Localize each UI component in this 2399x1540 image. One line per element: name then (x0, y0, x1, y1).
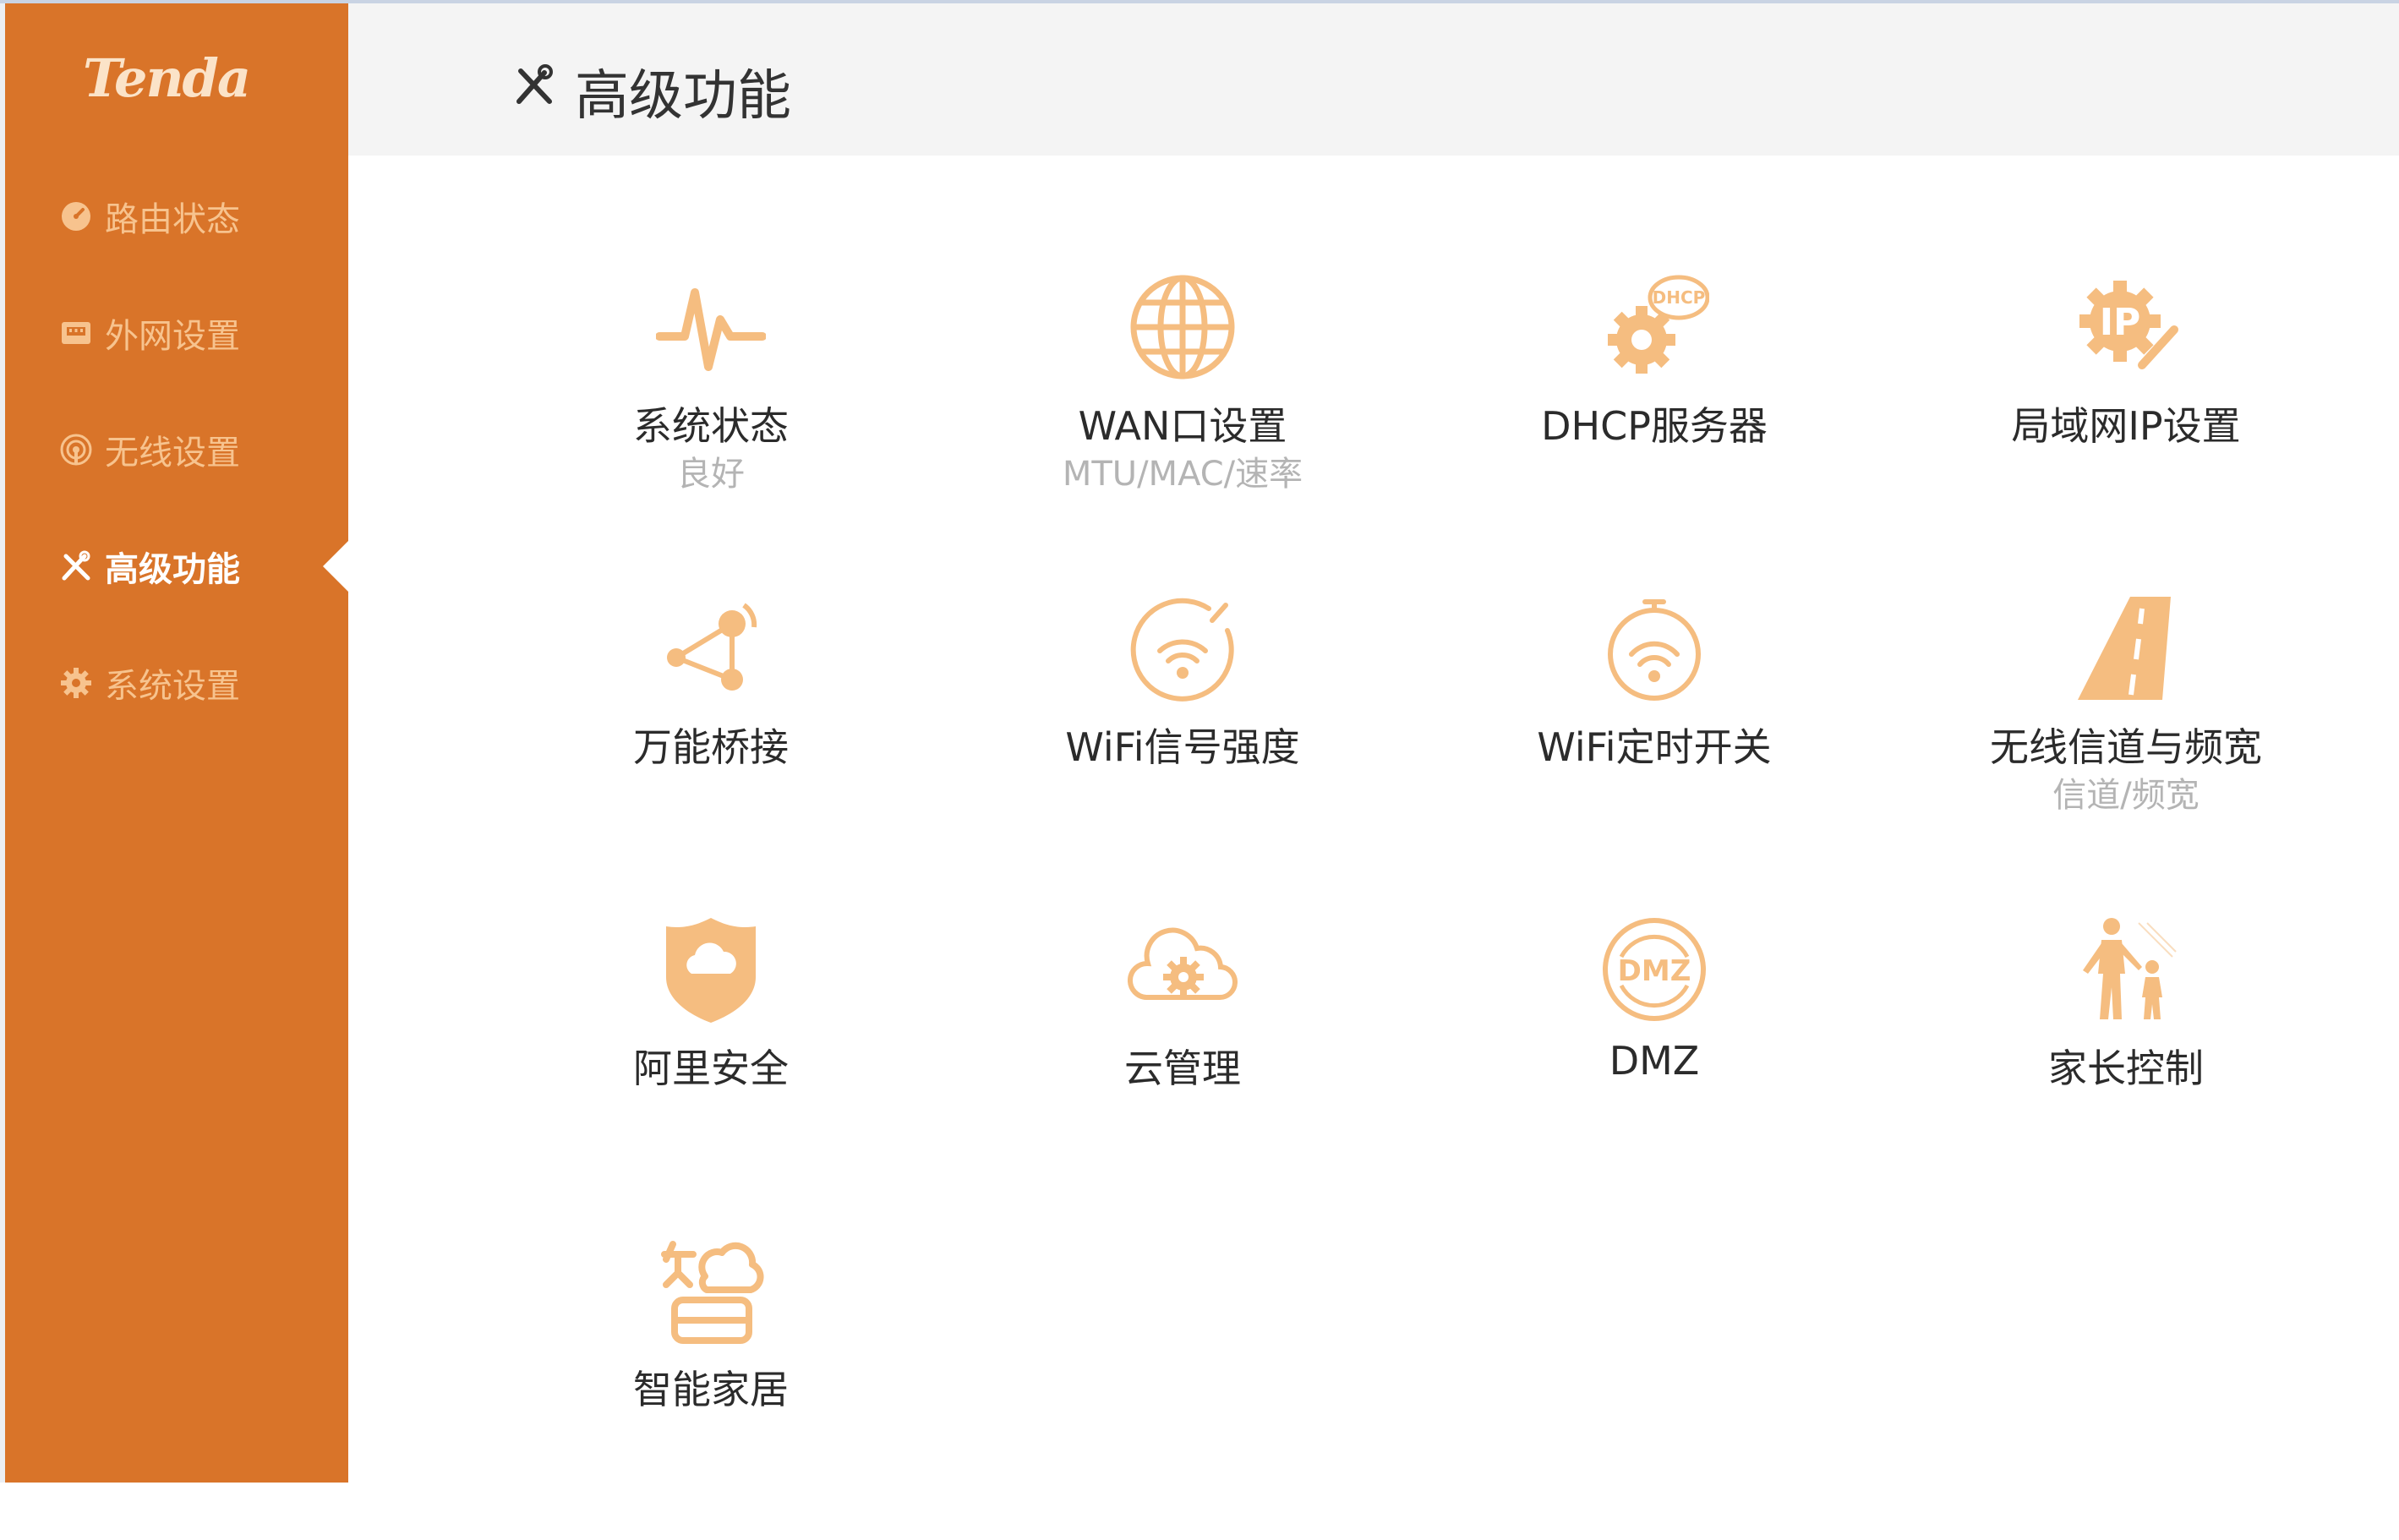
feature-system-status[interactable]: 系统状态 良好 (516, 272, 905, 576)
sidebar-item-router-status[interactable]: 路由状态 (5, 183, 348, 250)
sidebar-item-wan-settings[interactable]: 外网设置 (5, 299, 348, 367)
sidebar-item-wireless-settings[interactable]: 无线设置 (5, 416, 348, 483)
parent-child-icon (2083, 918, 2177, 1019)
feature-cloud-management[interactable]: 云管理 (988, 915, 1377, 1219)
pulse-icon (656, 288, 766, 371)
globe-icon (1130, 275, 1235, 380)
feature-subtitle: MTU/MAC/速率 (1062, 455, 1303, 494)
feature-title: DMZ (1609, 1038, 1700, 1084)
sidebar-item-label: 系统设置 (105, 667, 240, 706)
network-port-icon (62, 322, 90, 344)
wireless-icon (60, 434, 92, 466)
feature-title: 万能桥接 (633, 724, 789, 770)
feature-dhcp-server[interactable]: DHCP DHCP服务器 (1460, 272, 1849, 576)
tenda-logo: Tenda (83, 47, 251, 109)
dmz-icon: DMZ (1603, 918, 1706, 1021)
feature-title: 云管理 (1124, 1046, 1241, 1091)
sidebar-item-advanced[interactable]: 高级功能 (5, 532, 348, 600)
feature-wifi-schedule[interactable]: WiFi定时开关 (1460, 593, 1849, 898)
sidebar-item-system-settings[interactable]: 系统设置 (5, 649, 348, 717)
tools-icon (62, 550, 90, 581)
page-header: 高级功能 (348, 3, 2399, 156)
feature-subtitle: 良好 (677, 455, 745, 494)
feature-wifi-signal-strength[interactable]: WiFi信号强度 (988, 593, 1377, 898)
feature-title: 家长控制 (2048, 1046, 2204, 1091)
sidebar-item-label: 路由状态 (105, 200, 240, 239)
smart-home-icon (661, 1241, 764, 1344)
svg-text:DMZ: DMZ (1618, 954, 1691, 988)
feature-smart-home[interactable]: 智能家居 (516, 1236, 905, 1540)
sidebar-item-label: 外网设置 (105, 317, 240, 356)
tools-icon (516, 64, 553, 104)
feature-universal-bridge[interactable]: 万能桥接 (516, 593, 905, 898)
feature-wan-settings[interactable]: WAN口设置 MTU/MAC/速率 (988, 272, 1377, 576)
dhcp-gear-icon: DHCP (1608, 275, 1709, 374)
active-indicator (323, 541, 348, 592)
gear-icon (61, 668, 91, 698)
feature-ali-security[interactable]: 阿里安全 (516, 915, 905, 1219)
wifi-signal-icon (1130, 598, 1234, 702)
svg-text:IP: IP (2100, 301, 2141, 344)
sidebar-item-label: 无线设置 (105, 434, 240, 472)
feature-title: 无线信道与频宽 (1990, 724, 2262, 770)
feature-title: WAN口设置 (1078, 403, 1287, 449)
feature-title: 智能家居 (633, 1367, 789, 1412)
feature-title: 阿里安全 (633, 1046, 789, 1091)
feature-dmz[interactable]: DMZ DMZ (1460, 915, 1849, 1219)
feature-title: WiFi信号强度 (1065, 724, 1300, 770)
sidebar: Tenda 路由状态 外网设置 无线设置 高级功能 系统设置 (5, 3, 348, 1483)
ip-gear-icon: IP (2079, 281, 2178, 369)
shield-cloud-icon (666, 918, 756, 1023)
feature-parental-control[interactable]: 家长控制 (1932, 915, 2320, 1219)
feature-subtitle: 信道/频宽 (2052, 776, 2200, 815)
feature-title: DHCP服务器 (1541, 403, 1768, 449)
feature-title: 局域网IP设置 (2011, 403, 2241, 449)
feature-title: 系统状态 (633, 403, 789, 449)
wifi-timer-icon (1608, 599, 1701, 701)
sidebar-item-label: 高级功能 (105, 550, 240, 589)
feature-title: WiFi定时开关 (1537, 724, 1772, 770)
feature-wireless-channel-bandwidth[interactable]: 无线信道与频宽 信道/频宽 (1932, 593, 2320, 898)
dashboard-icon (62, 202, 90, 231)
road-icon (2078, 597, 2171, 700)
cloud-gear-icon (1128, 927, 1238, 1001)
page-title: 高级功能 (575, 65, 791, 128)
feature-lan-ip-settings[interactable]: IP 局域网IP设置 (1932, 272, 2320, 576)
svg-text:DHCP: DHCP (1653, 287, 1706, 308)
bridge-icon (667, 603, 757, 691)
